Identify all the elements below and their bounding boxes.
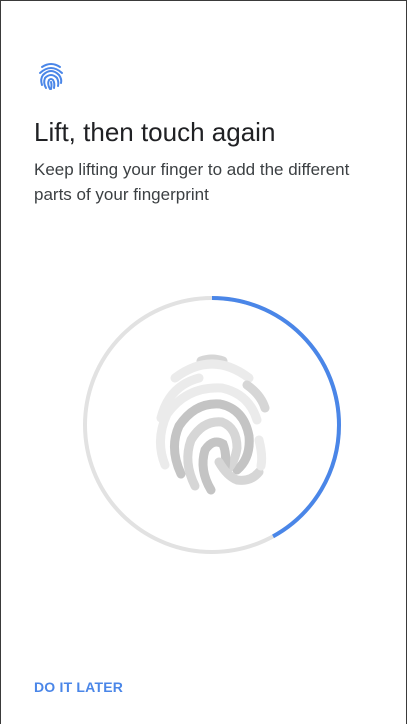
fingerprint-enroll-screen: Lift, then touch again Keep lifting your… xyxy=(0,0,407,724)
fingerprint-icon xyxy=(156,354,270,495)
enrollment-progress xyxy=(77,290,347,560)
page-subtitle: Keep lifting your finger to add the diff… xyxy=(34,160,350,204)
do-it-later-button[interactable]: DO IT LATER xyxy=(34,679,123,695)
page-title: Lift, then touch again xyxy=(34,117,276,147)
fingerprint-icon xyxy=(34,59,68,93)
